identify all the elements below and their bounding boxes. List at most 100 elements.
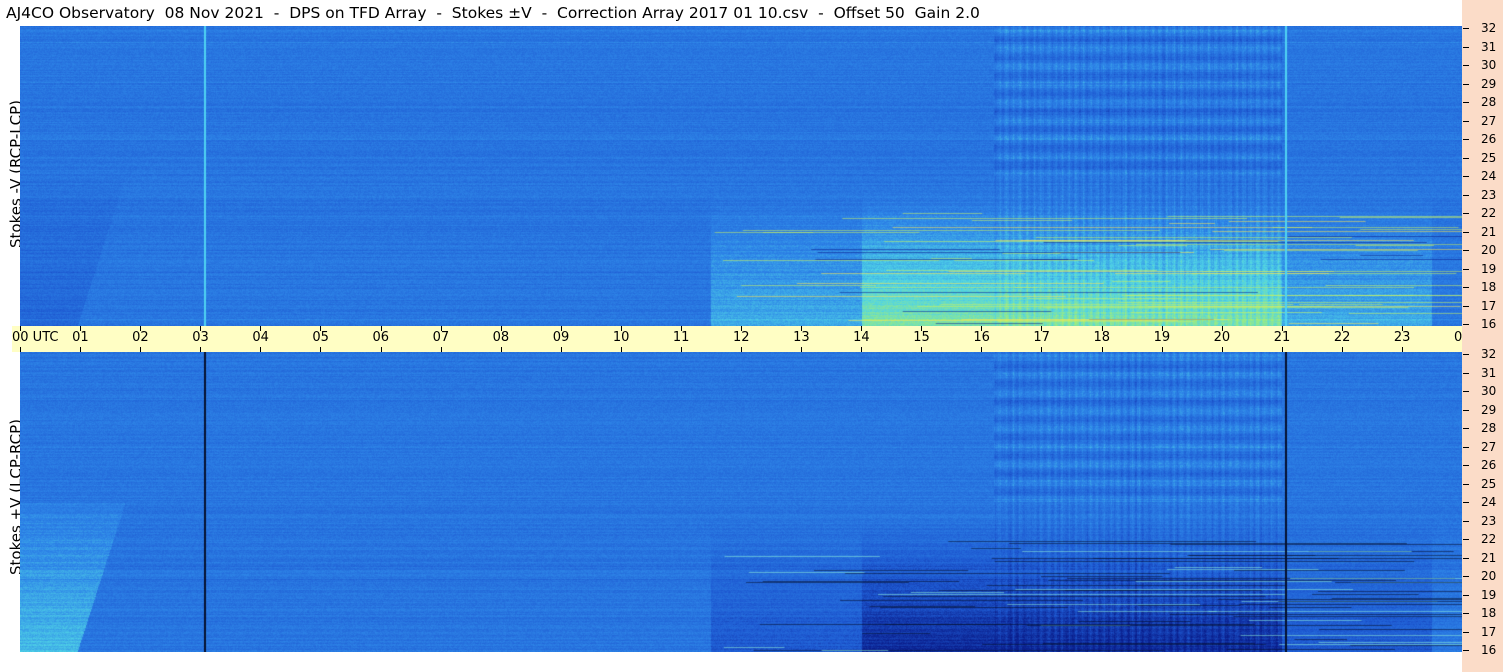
time-tick-mark <box>861 347 863 352</box>
spectrogram-top-panel <box>20 26 1462 326</box>
time-tick-mark <box>1101 326 1103 331</box>
time-tick-mark <box>1341 347 1343 352</box>
time-tick-mark <box>620 326 622 331</box>
frequency-tick-mark <box>1463 483 1469 485</box>
time-tick-label: 12 <box>733 330 750 345</box>
frequency-tick-mark <box>1463 465 1469 466</box>
time-tick-mark <box>320 347 322 352</box>
time-tick-label: 08 <box>492 330 510 345</box>
time-axis-bar: 00 UTC 01 02 03 04 05 06 07 08 09 10 11 12 13 14 15 16 17… <box>12 326 1503 352</box>
time-tick-mark <box>200 326 202 331</box>
time-tick-mark <box>320 326 322 331</box>
time-tick-mark <box>80 326 82 331</box>
chart-title: AJ4CO Observatory 08 Nov 2021 - DPS on T… <box>6 4 980 22</box>
time-tick-mark <box>440 326 442 331</box>
frequency-tick-label: 16 <box>1481 317 1497 331</box>
frequency-tick-label: 27 <box>1481 439 1497 454</box>
time-tick-mark <box>140 347 142 352</box>
frequency-tick-label: 18 <box>1481 280 1497 294</box>
frequency-tick-label: 24 <box>1481 169 1497 183</box>
time-tick-label: 19 <box>1153 330 1171 345</box>
frequency-tick-mark <box>1463 557 1469 559</box>
frequency-tick-mark <box>1463 102 1469 103</box>
frequency-tick-label: 22 <box>1481 206 1497 220</box>
frequency-tick-mark <box>1463 268 1469 270</box>
frequency-tick-label: 21 <box>1481 550 1497 565</box>
time-tick-mark <box>801 347 803 352</box>
time-tick-label: 21 <box>1273 330 1291 345</box>
frequency-tick-mark <box>1463 28 1469 29</box>
spectrogram-bottom-panel <box>20 352 1462 652</box>
time-tick-mark <box>1221 347 1223 352</box>
time-tick-label: 15 <box>913 330 930 345</box>
time-tick-label: 04 <box>252 330 269 345</box>
frequency-tick-label: 16 <box>1481 643 1497 657</box>
frequency-tick-label: 19 <box>1481 261 1497 276</box>
time-tick-mark <box>981 347 983 352</box>
frequency-tick-label: 31 <box>1481 39 1497 54</box>
time-tick-mark <box>981 326 983 331</box>
frequency-tick-label: 23 <box>1481 187 1497 202</box>
frequency-tick-mark <box>1463 231 1469 233</box>
time-tick-mark <box>1401 347 1403 352</box>
time-tick-mark <box>560 347 562 352</box>
frequency-tick-label: 32 <box>1481 21 1497 35</box>
frequency-tick-mark <box>1463 446 1469 448</box>
frequency-tick-mark <box>1463 65 1469 66</box>
frequency-tick-mark <box>1463 372 1469 374</box>
time-tick-mark <box>500 347 502 352</box>
frequency-tick-mark <box>1463 194 1469 196</box>
time-tick-mark <box>380 347 382 352</box>
time-tick-label: 06 <box>372 330 390 345</box>
time-tick-mark <box>1281 326 1283 331</box>
time-tick-mark <box>20 347 21 352</box>
frequency-tick-label: 25 <box>1481 150 1497 165</box>
frequency-tick-mark <box>1463 324 1469 325</box>
frequency-tick-label: 26 <box>1481 458 1497 472</box>
frequency-tick-mark <box>1463 650 1469 651</box>
frequency-tick-mark <box>1463 46 1469 48</box>
frequency-tick-mark <box>1463 428 1469 429</box>
frequency-tick-label: 25 <box>1481 476 1497 491</box>
time-tick-mark <box>1221 326 1223 331</box>
time-tick-mark <box>440 347 442 352</box>
time-tick-mark <box>741 347 742 352</box>
frequency-tick-label: 32 <box>1481 347 1497 361</box>
frequency-tick-mark <box>1463 305 1469 307</box>
time-tick-mark <box>1341 326 1343 331</box>
time-tick-mark <box>500 326 502 331</box>
frequency-tick-label: 17 <box>1481 298 1497 313</box>
frequency-tick-mark <box>1463 139 1469 140</box>
frequency-tick-mark <box>1463 157 1469 159</box>
frequency-tick-mark <box>1463 520 1469 522</box>
time-tick-mark <box>560 326 562 331</box>
frequency-tick-label: 20 <box>1481 569 1497 583</box>
frequency-tick-label: 28 <box>1481 421 1497 435</box>
frequency-tick-label: 29 <box>1481 76 1497 91</box>
time-tick-label: 10 <box>612 330 630 345</box>
time-tick-mark <box>620 347 622 352</box>
time-tick-label: 07 <box>432 330 450 345</box>
frequency-tick-label: 22 <box>1481 532 1497 546</box>
frequency-tick-label: 21 <box>1481 224 1497 239</box>
frequency-tick-label: 23 <box>1481 513 1497 528</box>
time-tick-mark <box>680 326 682 331</box>
time-tick-label: 01 <box>72 330 89 345</box>
frequency-tick-mark <box>1463 287 1469 288</box>
frequency-tick-mark <box>1463 120 1469 122</box>
time-tick-mark <box>260 347 262 352</box>
time-tick-label: 22 <box>1333 330 1351 345</box>
time-tick-mark <box>1161 326 1163 331</box>
time-tick-label: 02 <box>132 330 149 345</box>
time-tick-label: 05 <box>312 330 329 345</box>
frequency-tick-label: 26 <box>1481 132 1497 146</box>
time-tick-label: 00 UTC <box>12 330 59 345</box>
time-tick-label: 20 <box>1213 330 1231 345</box>
frequency-tick-mark <box>1463 539 1469 540</box>
time-tick-mark <box>380 326 382 331</box>
frequency-tick-mark <box>1463 176 1469 177</box>
frequency-tick-label: 18 <box>1481 606 1497 620</box>
time-tick-mark <box>80 347 82 352</box>
frequency-tick-label: 17 <box>1481 624 1497 639</box>
frequency-tick-mark <box>1463 391 1469 392</box>
